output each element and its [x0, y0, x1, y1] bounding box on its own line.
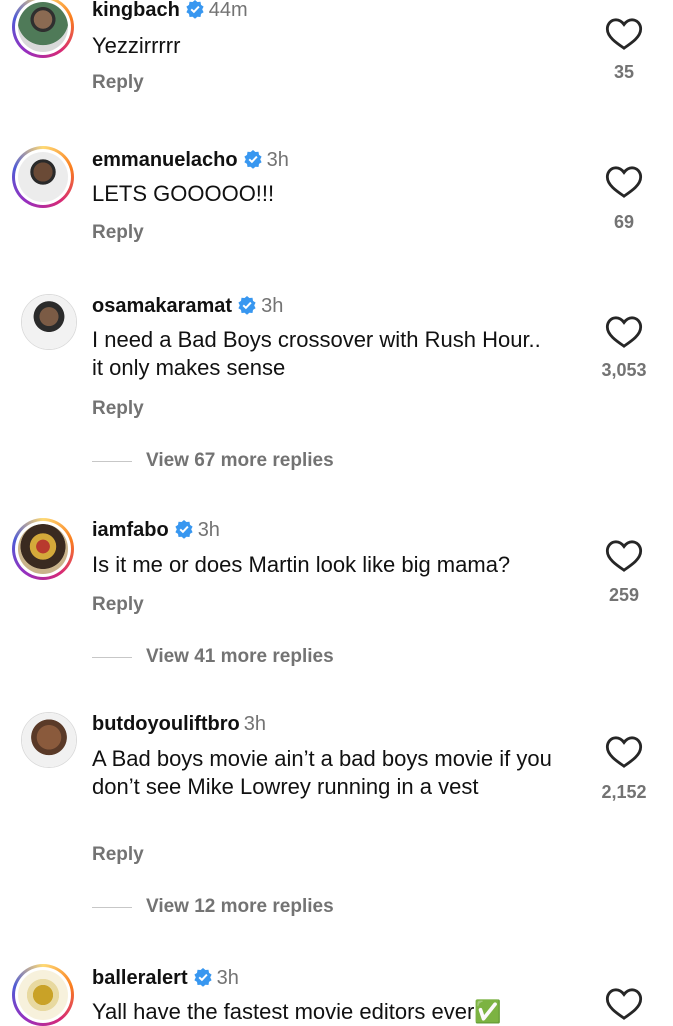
avatar[interactable] [12, 518, 74, 580]
comment-text: LETS GOOOOO!!! [92, 181, 275, 206]
like-count: 259 [608, 585, 640, 605]
username[interactable]: butdoyouliftbro [92, 713, 240, 735]
comment-text: Yezzirrrrr [92, 33, 181, 58]
comment-time: 3h [197, 519, 220, 541]
verified-badge-icon [194, 968, 212, 987]
verified-badge-icon [238, 296, 256, 315]
username[interactable]: balleralert [92, 967, 188, 989]
username[interactable]: kingbach [92, 0, 180, 21]
heart-outline-icon[interactable] [604, 14, 644, 54]
heart-outline-icon[interactable] [604, 162, 644, 202]
view-replies-label: View 12 more replies [146, 896, 334, 917]
comment-time: 3h [266, 149, 289, 171]
comment-header: emmanuelacho 3h [92, 148, 289, 172]
verified-badge-icon [175, 520, 193, 539]
verified-badge-icon [186, 0, 204, 19]
divider [92, 906, 132, 908]
comment-text: Is it me or does Martin look like big ma… [92, 552, 511, 577]
view-more-replies-button[interactable]: View 41 more replies [92, 646, 334, 668]
reply-button[interactable]: Reply [92, 398, 144, 420]
comment-text: I need a Bad Boys crossover with Rush Ho… [92, 327, 541, 380]
reply-button[interactable]: Reply [92, 844, 144, 866]
like-count: 69 [613, 212, 635, 232]
comment-time: 3h [216, 967, 239, 989]
view-more-replies-button[interactable]: View 12 more replies [92, 896, 334, 918]
comment-time: 3h [243, 713, 266, 735]
comment-header: butdoyouliftbro 3h [92, 712, 266, 736]
comment-header: balleralert 3h [92, 966, 239, 990]
verified-badge-icon [244, 150, 262, 169]
comment-text: A Bad boys movie ain’t a bad boys movie … [92, 746, 552, 799]
comment-header: kingbach 44m [92, 0, 248, 22]
avatar[interactable] [21, 712, 77, 768]
divider [92, 656, 132, 658]
reply-button[interactable]: Reply [92, 222, 144, 244]
avatar[interactable] [12, 0, 74, 58]
avatar[interactable] [21, 294, 77, 350]
view-replies-label: View 67 more replies [146, 450, 334, 471]
comment-time: 3h [261, 295, 284, 317]
like-count: 3,053 [601, 360, 647, 380]
avatar[interactable] [12, 964, 74, 1026]
username[interactable]: iamfabo [92, 519, 169, 541]
comment-time: 44m [208, 0, 248, 21]
heart-outline-icon[interactable] [604, 536, 644, 576]
heart-outline-icon[interactable] [604, 312, 644, 352]
like-count: 35 [613, 62, 635, 82]
comment-header: iamfabo 3h [92, 518, 220, 542]
username[interactable]: osamakaramat [92, 295, 232, 317]
heart-outline-icon[interactable] [604, 984, 644, 1024]
username[interactable]: emmanuelacho [92, 149, 238, 171]
heart-outline-icon[interactable] [604, 732, 644, 772]
comment-text: Yall have the fastest movie editors ever… [92, 999, 502, 1024]
comment-header: osamakaramat 3h [92, 294, 283, 318]
view-replies-label: View 41 more replies [146, 646, 334, 667]
reply-button[interactable]: Reply [92, 594, 144, 616]
like-count: 2,152 [601, 782, 647, 802]
divider [92, 460, 132, 462]
reply-button[interactable]: Reply [92, 72, 144, 94]
avatar[interactable] [12, 146, 74, 208]
view-more-replies-button[interactable]: View 67 more replies [92, 450, 334, 472]
